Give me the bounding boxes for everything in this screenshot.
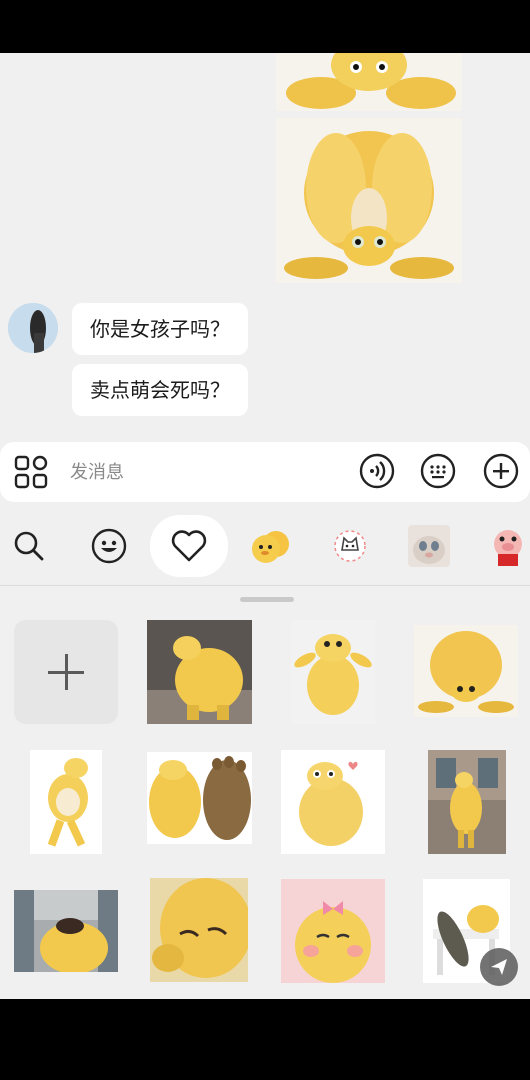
message-bubble[interactable]: 卖点萌会死吗？ <box>72 364 248 416</box>
sticker-item[interactable] <box>147 752 252 844</box>
keyboard-icon[interactable] <box>420 453 456 489</box>
cat-sticker-pack-icon <box>334 530 366 562</box>
heart-icon <box>171 530 207 562</box>
sticker-item[interactable] <box>281 879 385 983</box>
tab-sticker-pack-kitten[interactable] <box>404 515 454 577</box>
send-arrow-icon <box>491 959 507 975</box>
sticker-message-partial[interactable] <box>276 53 462 111</box>
voice-icon[interactable] <box>359 453 395 489</box>
system-nav-bar <box>0 999 530 1080</box>
apps-grid-icon[interactable] <box>14 455 48 489</box>
message-input[interactable]: 发消息 <box>70 458 124 484</box>
kitten-sticker-pack-icon <box>408 525 450 567</box>
drag-handle[interactable] <box>240 597 294 602</box>
avatar[interactable] <box>8 303 58 353</box>
sticker-item[interactable] <box>30 750 102 854</box>
message-bubble[interactable]: 你是女孩子吗？ <box>72 303 248 355</box>
tab-favorites[interactable] <box>150 515 228 577</box>
message-input-bar: 发消息 <box>0 442 530 502</box>
share-button[interactable] <box>480 948 518 986</box>
sticker-item[interactable] <box>150 878 248 982</box>
plus-circle-icon[interactable] <box>483 453 519 489</box>
emoji-smile-icon <box>91 528 127 564</box>
sticker-item[interactable] <box>281 750 385 854</box>
duck-sticker-pack-icon <box>252 531 289 563</box>
tab-sticker-pack-cat[interactable] <box>326 515 374 577</box>
pig-sticker-pack-icon <box>494 530 522 566</box>
sticker-item[interactable] <box>414 625 518 717</box>
add-sticker-button[interactable] <box>14 620 118 724</box>
sticker-item[interactable] <box>291 620 375 724</box>
sticker-tabs <box>0 515 530 577</box>
tab-emoji[interactable] <box>80 515 138 577</box>
sticker-item[interactable] <box>14 890 118 972</box>
sticker-message[interactable] <box>276 118 462 283</box>
tab-sticker-pack-pig[interactable] <box>486 515 530 577</box>
sticker-item[interactable] <box>428 750 506 854</box>
divider <box>0 585 530 586</box>
sticker-item[interactable] <box>147 620 252 724</box>
tab-search[interactable] <box>0 515 58 577</box>
chat-screen: 你是女孩子吗？ 卖点萌会死吗？ 发消息 <box>0 53 530 999</box>
search-icon <box>14 531 44 561</box>
tab-sticker-pack-duck[interactable] <box>246 515 294 577</box>
